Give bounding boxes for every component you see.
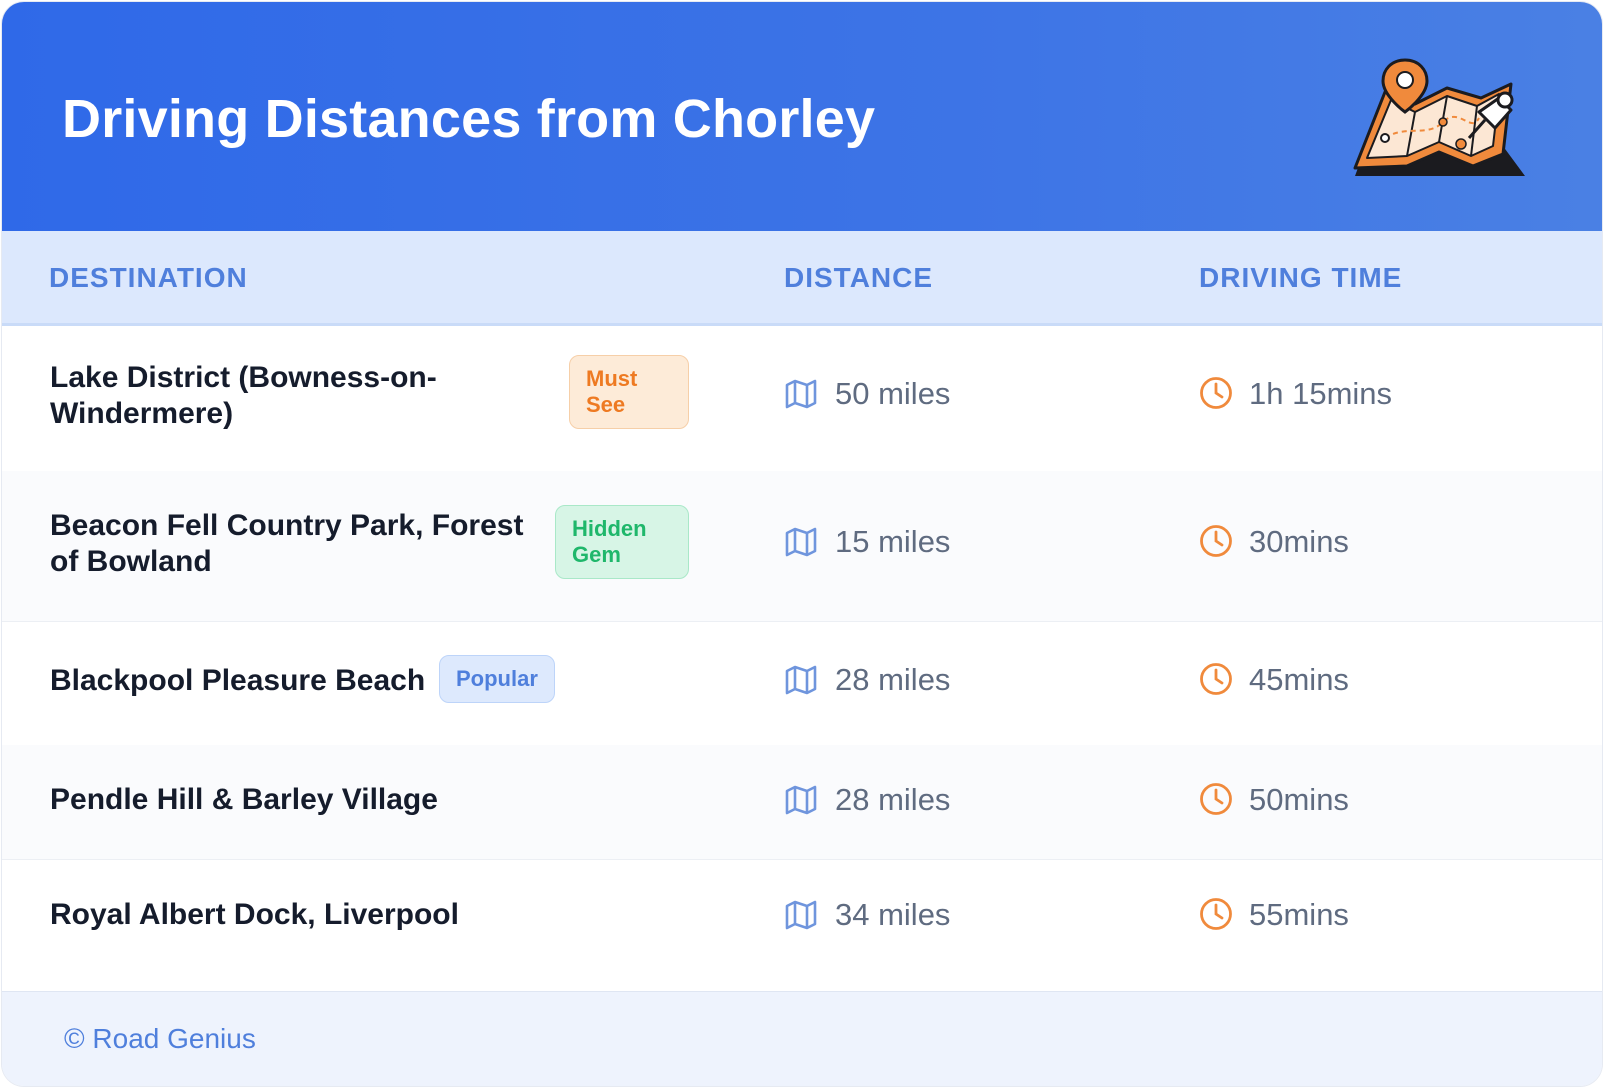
destination-name: Pendle Hill & Barley Village	[50, 783, 438, 816]
driving-time-value: 1h 15mins	[1249, 376, 1393, 411]
clock-icon	[1200, 525, 1232, 557]
folded-map-icon	[785, 527, 817, 557]
driving-time-value: 55mins	[1249, 897, 1349, 932]
driving-time-value: 45mins	[1249, 662, 1349, 697]
distance-value: 28 miles	[835, 782, 951, 817]
folded-map-icon	[785, 665, 817, 695]
badge-must-see: Must See	[569, 355, 689, 429]
distance-value: 50 miles	[835, 376, 951, 411]
distance-value: 34 miles	[835, 897, 951, 932]
table-row: Blackpool Pleasure Beach Popular 28 mile…	[2, 621, 1602, 746]
table-row: Royal Albert Dock, Liverpool 34 miles 55…	[2, 859, 1602, 991]
copyright-credit: © Road Genius	[64, 1023, 256, 1054]
badge-hidden-gem: Hidden Gem	[555, 505, 689, 579]
badge-popular: Popular	[439, 655, 555, 703]
folded-map-icon	[785, 379, 817, 409]
destination-name: Blackpool Pleasure Beach	[50, 664, 426, 697]
clock-icon	[1200, 898, 1232, 930]
clock-icon	[1200, 783, 1232, 815]
clock-icon	[1200, 377, 1232, 409]
page-title: Driving Distances from Chorley	[62, 89, 876, 149]
destination-name: Royal Albert Dock, Liverpool	[50, 898, 459, 931]
distances-card: Driving Distances from Chorley DESTINATI…	[2, 2, 1602, 1086]
column-header-distance: DISTANCE	[784, 262, 934, 293]
distance-value: 15 miles	[835, 524, 951, 559]
footer: © Road Genius	[2, 991, 1602, 1086]
folded-map-icon	[785, 900, 817, 930]
driving-time-value: 50mins	[1249, 782, 1349, 817]
header-banner: Driving Distances from Chorley	[2, 2, 1602, 231]
driving-time-value: 30mins	[1249, 524, 1349, 559]
destination-name: Beacon Fell Country Park, Forest of Bowl…	[50, 509, 524, 578]
distance-value: 28 miles	[835, 662, 951, 697]
table-row: Beacon Fell Country Park, Forest of Bowl…	[2, 471, 1602, 622]
column-header-driving-time: DRIVING TIME	[1199, 262, 1403, 293]
column-header-destination: DESTINATION	[49, 262, 248, 293]
table-header: DESTINATION DISTANCE DRIVING TIME	[2, 231, 1602, 326]
folded-map-icon	[785, 785, 817, 815]
map-with-location-pin-icon	[1353, 58, 1525, 176]
destination-name: Lake District (Bowness-on-Windermere)	[50, 361, 437, 430]
table-row: Pendle Hill & Barley Village 28 miles 50…	[2, 745, 1602, 860]
clock-icon	[1200, 663, 1232, 695]
table-row: Lake District (Bowness-on-Windermere) Mu…	[2, 325, 1602, 472]
